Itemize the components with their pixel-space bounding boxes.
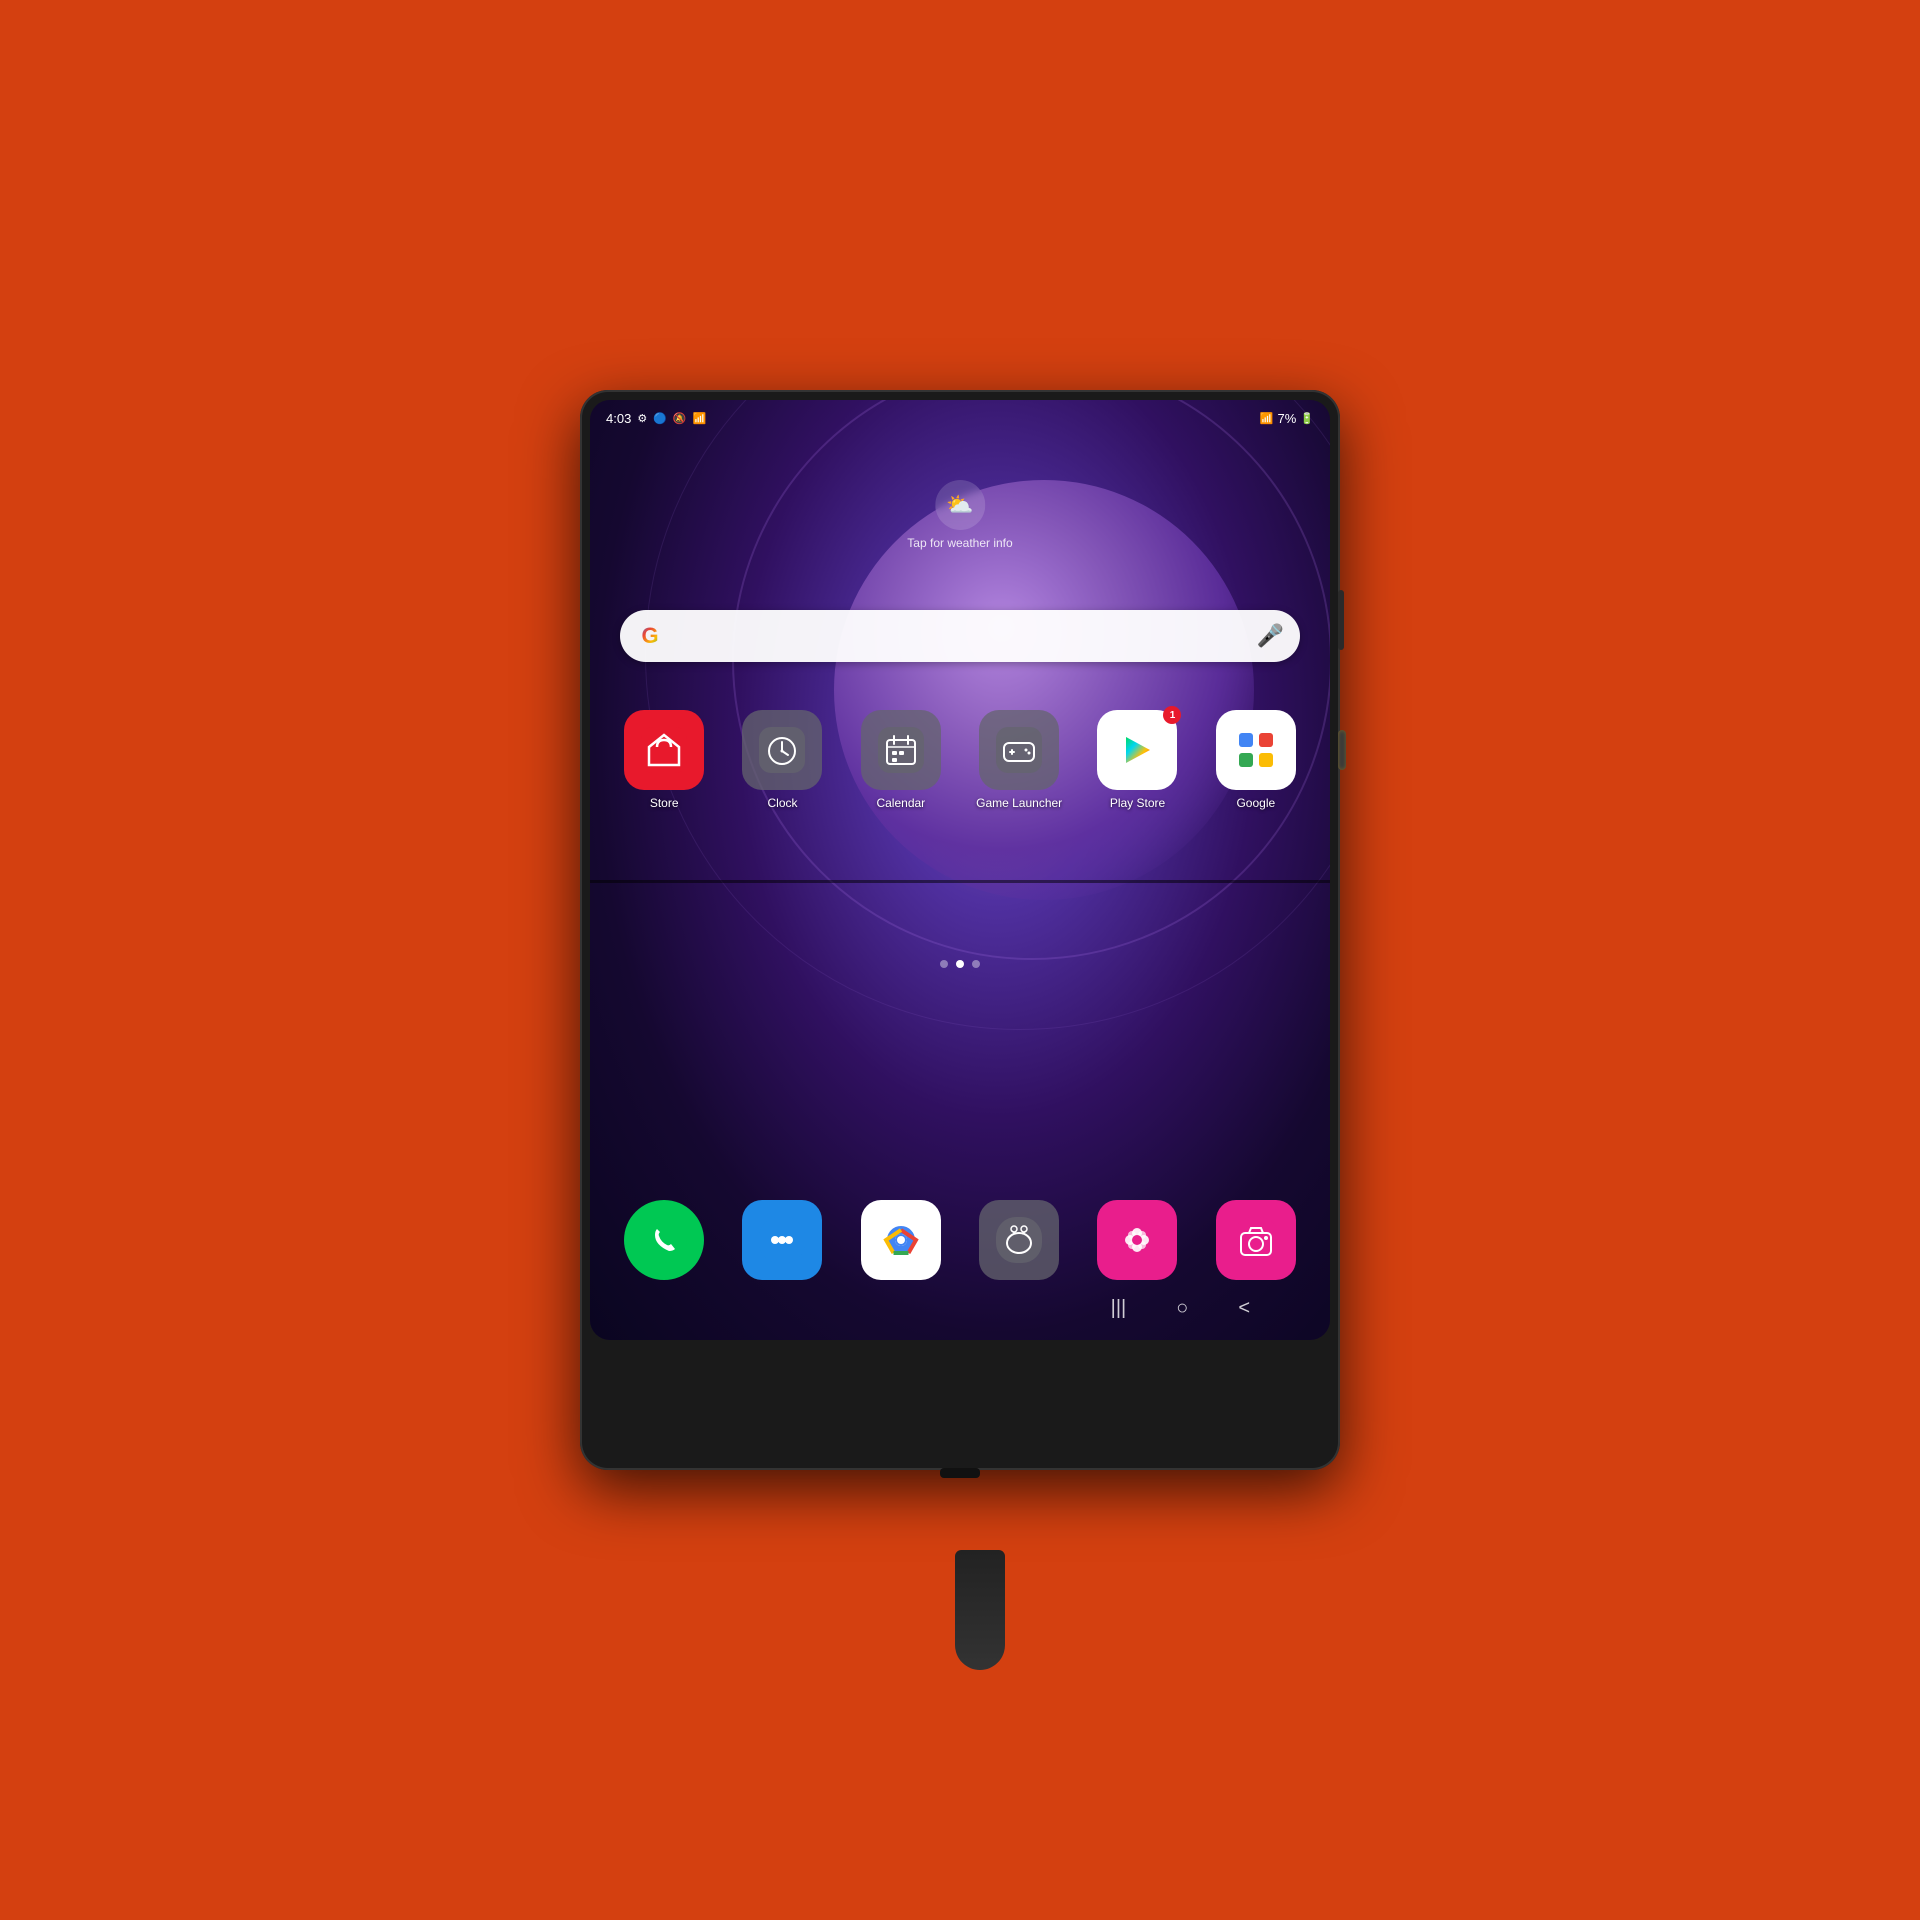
camera-icon-svg [1233,1217,1279,1263]
app-label-calendar: Calendar [876,796,925,810]
page-dots [940,960,980,968]
app-icon-google [1216,710,1296,790]
usb-cable [955,1550,1005,1670]
battery-percent: 7% [1278,411,1297,426]
dock [610,1200,1310,1280]
app-label-play-store: Play Store [1110,796,1165,810]
app-item-play-store[interactable]: 1 Play Stor [1083,710,1191,810]
fold-crease [590,880,1330,883]
recent-apps-icon[interactable]: ||| [1111,1297,1127,1320]
app-label-clock: Clock [767,796,797,810]
app-item-store[interactable]: Store [610,710,718,810]
play-store-badge: 1 [1163,706,1181,724]
app-icon-camera [1216,1200,1296,1280]
usb-port [940,1468,980,1478]
dock-item-messages[interactable] [728,1200,836,1280]
dock-item-phone[interactable] [610,1200,718,1280]
status-bar: 4:03 ⚙ 🔵 🔕 📶 📶 7% 🔋 [590,400,1330,436]
battery-icon: 🔋 [1300,412,1314,425]
android-icon-svg [996,1217,1042,1263]
app-grid: Store Clock [610,710,1310,810]
back-icon[interactable]: < [1238,1297,1250,1320]
app-icon-play-store: 1 [1097,710,1177,790]
status-left: 4:03 ⚙ 🔵 🔕 📶 [606,411,706,426]
phone-screen: 4:03 ⚙ 🔵 🔕 📶 📶 7% 🔋 ⛅ Tap for weather in… [590,400,1330,1340]
app-icon-clock [742,710,822,790]
app-icon-unknown [979,1200,1059,1280]
chrome-icon-svg [878,1217,924,1263]
settings-icon: ⚙ [637,412,647,425]
app-icon-chrome [861,1200,941,1280]
app-label-google: Google [1236,796,1275,810]
status-right: 📶 7% 🔋 [1260,411,1314,426]
game-launcher-icon-svg [996,727,1042,773]
weather-tap-text: Tap for weather info [907,536,1012,550]
app-icon-calendar [861,710,941,790]
nav-bar: ||| ○ < [590,1284,1330,1332]
app-icon-store [624,710,704,790]
google-search-bar[interactable]: G 🎤 [620,610,1300,662]
dock-item-camera[interactable] [1202,1200,1310,1280]
weather-widget[interactable]: ⛅ Tap for weather info [907,480,1012,550]
do-not-disturb-icon: 🔕 [673,412,687,425]
home-icon[interactable]: ○ [1176,1297,1188,1320]
app-item-google[interactable]: Google [1202,710,1310,810]
weather-icon-container: ⛅ [935,480,985,530]
weather-icon: ⛅ [946,492,973,518]
phone-icon-svg [641,1217,687,1263]
dock-item-unknown[interactable] [965,1200,1073,1280]
app-icon-messages [742,1200,822,1280]
calendar-icon-svg [878,727,924,773]
store-icon-svg [641,727,687,773]
app-item-game-launcher[interactable]: Game Launcher [965,710,1073,810]
dock-item-flower[interactable] [1083,1200,1191,1280]
page-dot-3 [972,960,980,968]
status-time: 4:03 [606,411,631,426]
page-dot-2 [956,960,964,968]
wifi-icon: 📶 [693,412,707,425]
app-icon-phone [624,1200,704,1280]
app-item-calendar[interactable]: Calendar [847,710,955,810]
flower-icon-svg [1114,1217,1160,1263]
app-label-store: Store [650,796,679,810]
power-button [1338,730,1346,770]
google-logo: G [634,620,666,652]
signal-icon: 📶 [1260,412,1274,425]
page-dot-1 [940,960,948,968]
app-icon-game-launcher [979,710,1059,790]
clock-icon-svg [759,727,805,773]
app-label-game-launcher: Game Launcher [976,796,1062,810]
dock-item-chrome[interactable] [847,1200,955,1280]
side-button [1338,590,1344,650]
messages-icon-svg [759,1217,805,1263]
google-icon-svg [1233,727,1279,773]
play-store-icon-svg [1114,727,1160,773]
phone-device: 4:03 ⚙ 🔵 🔕 📶 📶 7% 🔋 ⛅ Tap for weather in… [580,390,1340,1470]
mic-icon[interactable]: 🎤 [1257,623,1284,649]
app-item-clock[interactable]: Clock [728,710,836,810]
app-icon-flower [1097,1200,1177,1280]
bluetooth-icon: 🔵 [653,412,667,425]
